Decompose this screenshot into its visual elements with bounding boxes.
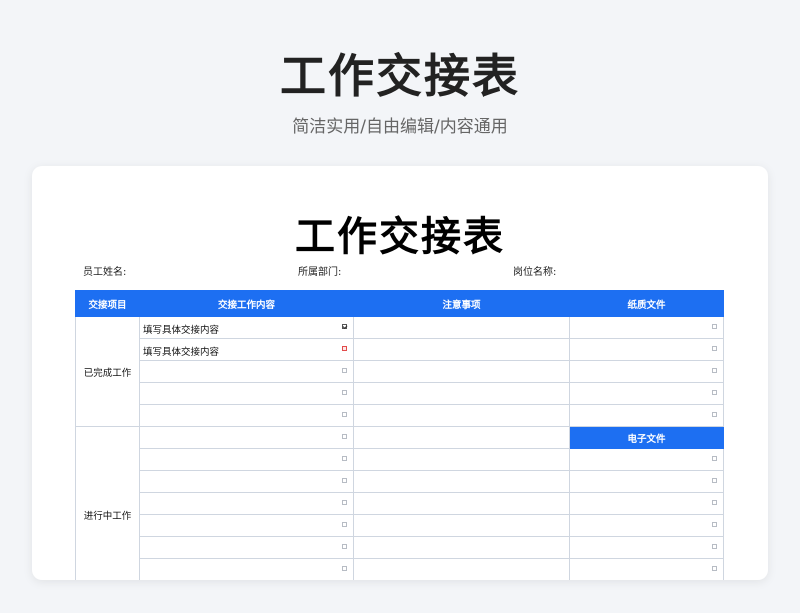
content-cell[interactable] [139, 404, 354, 427]
checkbox-icon[interactable] [712, 544, 717, 549]
table-row: 已完成工作 填写具体交接内容 [75, 316, 724, 427]
checkbox-icon[interactable] [342, 434, 347, 439]
document-sheet: 工作交接表 员工姓名: 所属部门: 岗位名称: 交接项目 交接工作内容 注意事项… [64, 190, 736, 580]
checkbox-icon[interactable] [342, 390, 347, 395]
position-label: 岗位名称: [513, 267, 557, 278]
checkbox-icon[interactable] [342, 478, 347, 483]
content-cell[interactable]: 填写具体交接内容 [139, 316, 354, 339]
table-row [76, 404, 724, 427]
content-text: 填写具体交接内容 [143, 325, 220, 336]
content-cell[interactable] [139, 514, 354, 537]
handover-table: 交接项目 交接工作内容 注意事项 纸质文件 已完成工作 填写具体交接内容 填写具… [75, 290, 724, 580]
checkbox-icon[interactable] [712, 368, 717, 373]
col-header-electronic-files: 电子文件 [569, 426, 724, 449]
table-row [76, 470, 724, 493]
checkbox-icon[interactable] [712, 346, 717, 351]
content-cell[interactable] [139, 470, 354, 493]
page-subtitle: 简洁实用/自由编辑/内容通用 [292, 117, 508, 137]
checkbox-flagged-icon[interactable] [342, 346, 347, 351]
checkbox-icon[interactable] [712, 412, 717, 417]
content-text: 填写具体交接内容 [143, 347, 220, 358]
content-cell[interactable] [139, 448, 354, 471]
checkbox-icon[interactable] [342, 500, 347, 505]
notes-cell[interactable] [353, 338, 570, 361]
checkbox-icon[interactable] [342, 368, 347, 373]
notes-cell[interactable] [353, 426, 570, 449]
notes-cell[interactable] [353, 360, 570, 383]
col-header-notes: 注意事项 [353, 290, 570, 317]
table-row [76, 558, 724, 580]
col-header-paper-files: 纸质文件 [569, 290, 724, 317]
table-row [76, 360, 724, 383]
notes-cell[interactable] [353, 470, 570, 493]
content-cell[interactable] [139, 382, 354, 405]
department-label: 所属部门: [298, 267, 342, 278]
checkbox-icon[interactable] [712, 522, 717, 527]
employee-name-label: 员工姓名: [83, 267, 127, 278]
notes-cell[interactable] [353, 316, 570, 339]
checkbox-checked-icon[interactable] [342, 324, 347, 329]
table-row: 进行中工作 电子文件 [75, 426, 724, 580]
notes-cell[interactable] [353, 404, 570, 427]
notes-cell[interactable] [353, 514, 570, 537]
table-row [76, 382, 724, 405]
checkbox-icon[interactable] [712, 390, 717, 395]
paper-file-cell[interactable] [569, 404, 724, 427]
electronic-file-cell[interactable] [569, 448, 724, 471]
col-header-content: 交接工作内容 [139, 290, 354, 317]
table-row [76, 536, 724, 559]
electronic-file-cell[interactable] [569, 536, 724, 559]
col-header-item: 交接项目 [75, 290, 140, 317]
checkbox-icon[interactable] [342, 566, 347, 571]
checkbox-icon[interactable] [342, 544, 347, 549]
page-title: 工作交接表 [280, 49, 520, 103]
section-in-progress: 进行中工作 [75, 426, 140, 580]
table-row: 填写具体交接内容 [76, 338, 724, 361]
notes-cell[interactable] [353, 492, 570, 515]
notes-cell[interactable] [353, 382, 570, 405]
content-cell[interactable] [139, 558, 354, 580]
checkbox-icon[interactable] [342, 456, 347, 461]
content-cell[interactable] [139, 360, 354, 383]
content-cell[interactable] [139, 536, 354, 559]
content-cell[interactable]: 填写具体交接内容 [139, 338, 354, 361]
document-title: 工作交接表 [295, 214, 505, 260]
paper-file-cell[interactable] [569, 316, 724, 339]
checkbox-icon[interactable] [712, 566, 717, 571]
table-header-row: 交接项目 交接工作内容 注意事项 纸质文件 [75, 290, 724, 317]
checkbox-icon[interactable] [712, 324, 717, 329]
content-cell[interactable] [139, 492, 354, 515]
paper-file-cell[interactable] [569, 382, 724, 405]
electronic-file-cell[interactable] [569, 514, 724, 537]
checkbox-icon[interactable] [342, 412, 347, 417]
content-cell[interactable] [139, 426, 354, 449]
paper-file-cell[interactable] [569, 360, 724, 383]
checkbox-icon[interactable] [712, 500, 717, 505]
table-row [76, 514, 724, 537]
electronic-file-cell[interactable] [569, 558, 724, 580]
notes-cell[interactable] [353, 448, 570, 471]
section-completed: 已完成工作 [75, 316, 140, 427]
electronic-file-cell[interactable] [569, 492, 724, 515]
paper-file-cell[interactable] [569, 338, 724, 361]
checkbox-icon[interactable] [712, 456, 717, 461]
notes-cell[interactable] [353, 558, 570, 580]
table-row [76, 492, 724, 515]
checkbox-icon[interactable] [342, 522, 347, 527]
checkbox-icon[interactable] [712, 478, 717, 483]
electronic-file-cell[interactable] [569, 470, 724, 493]
notes-cell[interactable] [353, 536, 570, 559]
table-row [76, 448, 724, 471]
